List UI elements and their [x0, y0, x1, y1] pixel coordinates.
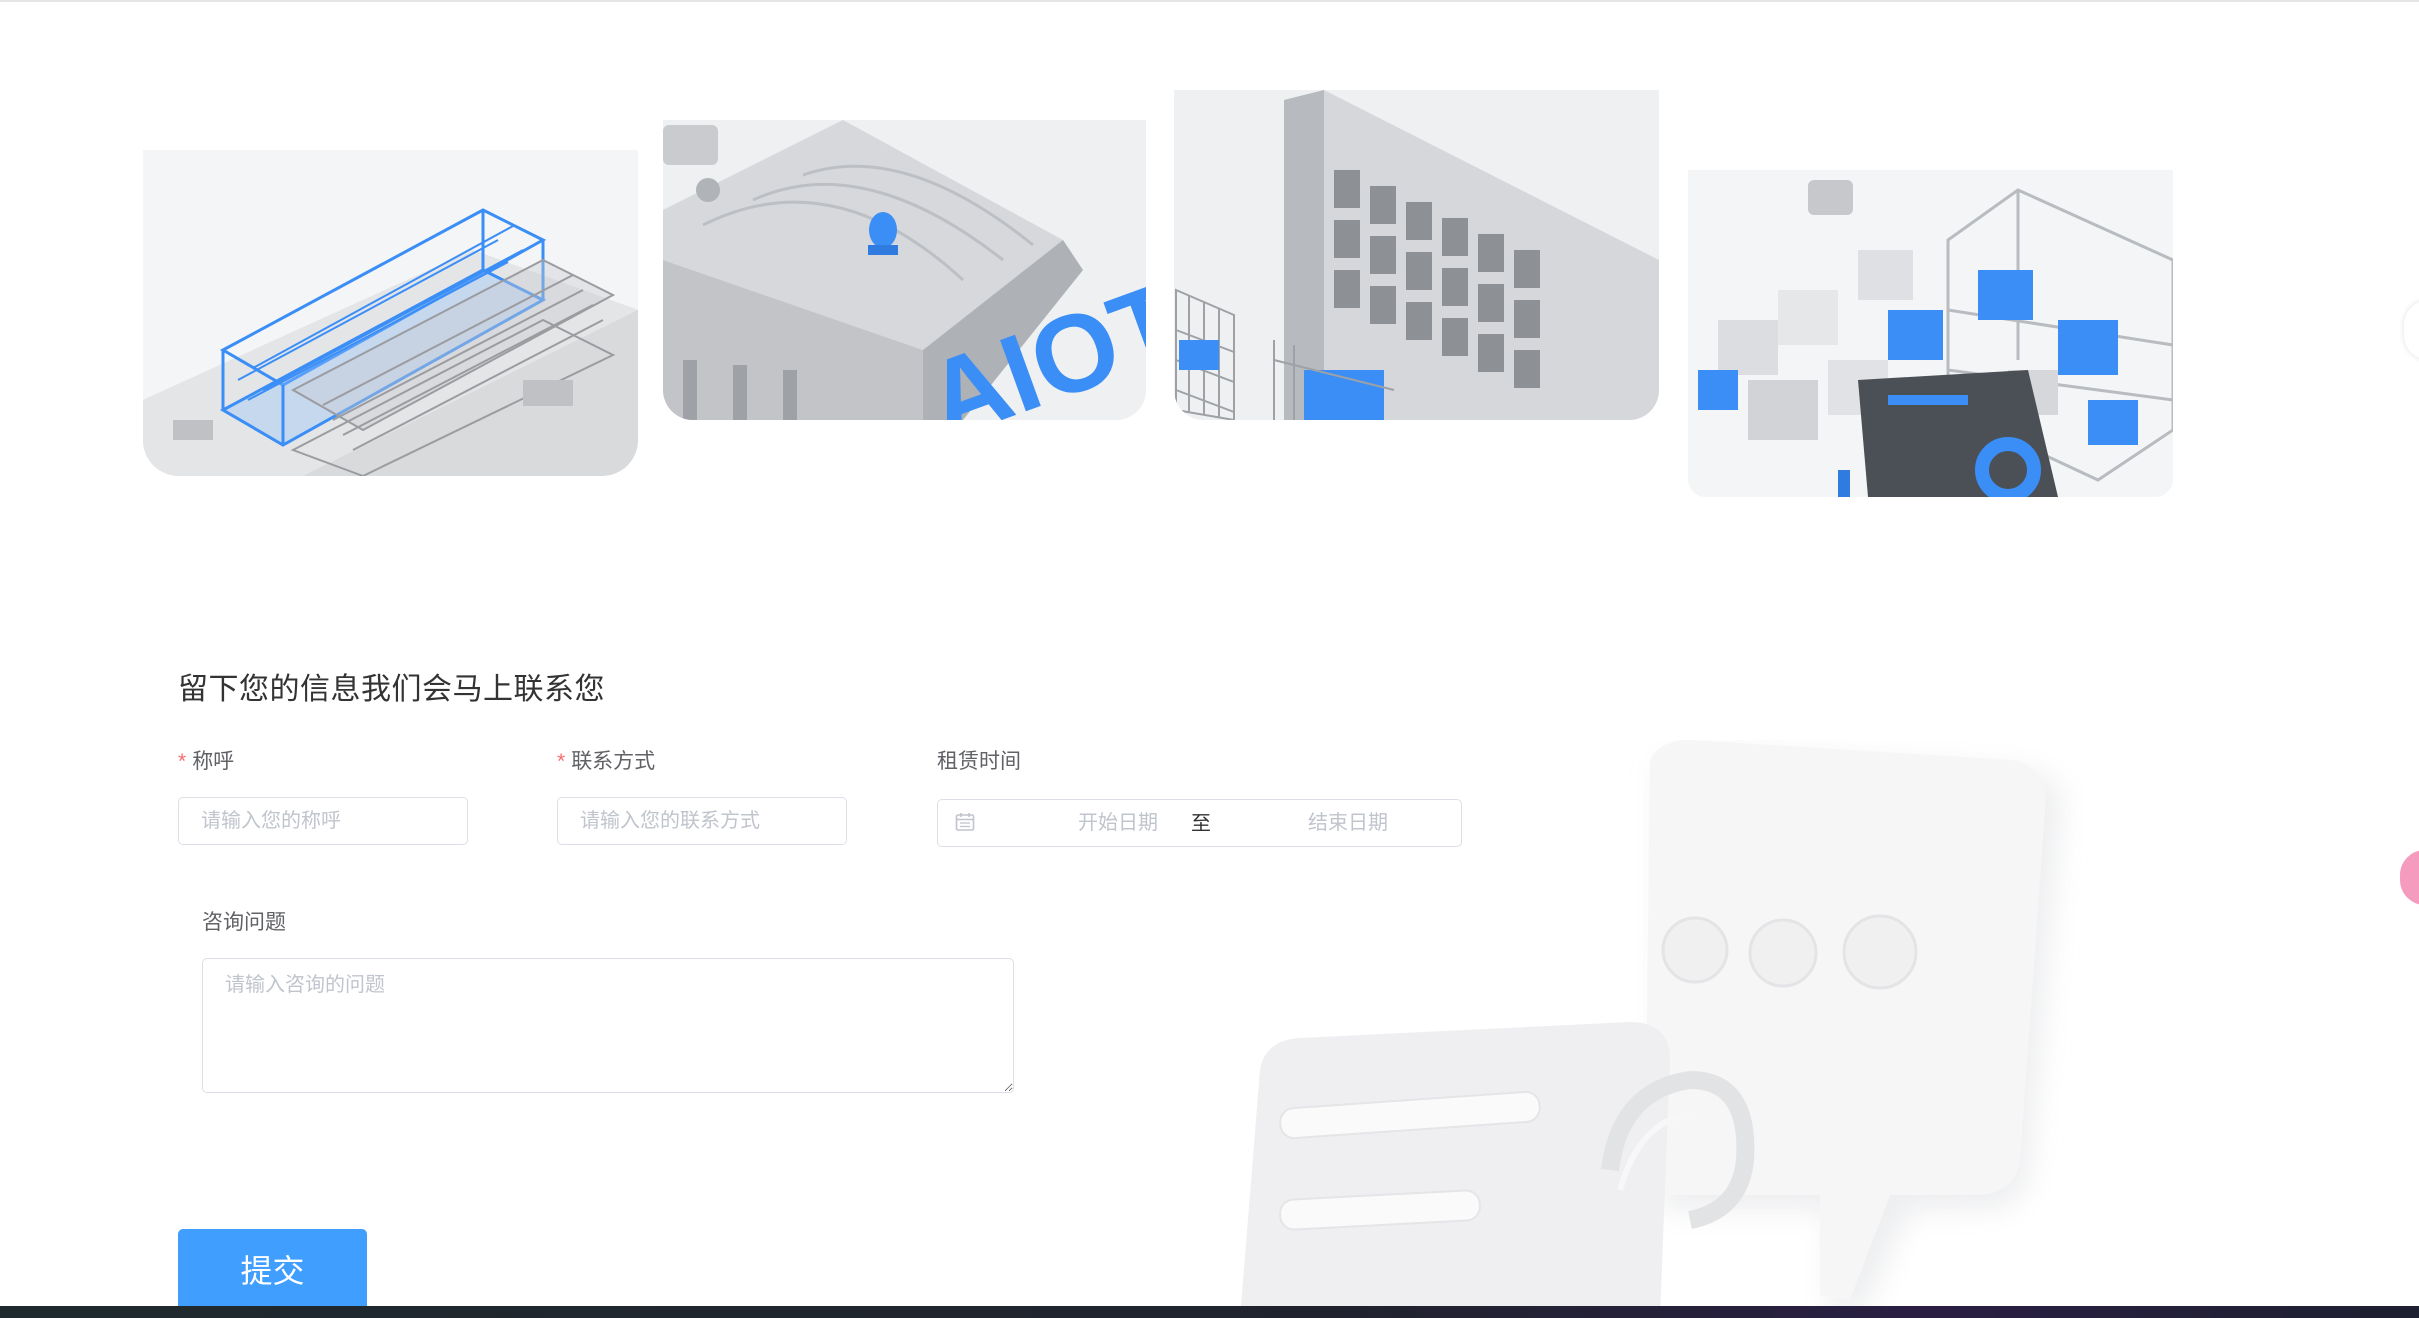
date-range-picker[interactable]: 开始日期 至 结束日期: [937, 799, 1462, 847]
side-nav-button[interactable]: [2404, 300, 2419, 360]
contact-label: * 联系方式: [557, 745, 655, 775]
question-label: 咨询问题: [202, 911, 286, 934]
range-separator: 至: [1191, 813, 1211, 835]
storage-locker-illustration: [1174, 90, 1659, 420]
end-date-input[interactable]: 结束日期: [1268, 800, 1428, 846]
question-textarea[interactable]: [202, 958, 1014, 1093]
required-mark: *: [557, 750, 566, 773]
floating-widget-button[interactable]: [2400, 850, 2419, 905]
submit-button[interactable]: 提交: [178, 1229, 367, 1309]
name-label: * 称呼: [178, 745, 234, 775]
top-divider: [0, 0, 2419, 2]
contact-input[interactable]: [557, 797, 847, 845]
required-mark: *: [178, 750, 187, 773]
aiot-warehouse-illustration: AIOT: [663, 120, 1146, 420]
warehouse-racks-illustration: [143, 150, 638, 476]
form-title: 留下您的信息我们会马上联系您: [178, 673, 605, 706]
calendar-icon: [955, 813, 975, 831]
rental-time-label: 租赁时间: [937, 750, 1021, 773]
bottom-bar: [0, 1306, 2419, 1318]
name-input[interactable]: [178, 797, 468, 845]
contact-label-text: 联系方式: [571, 750, 656, 773]
logistics-boxes-illustration: [1688, 170, 2173, 497]
name-label-text: 称呼: [192, 750, 235, 773]
start-date-input[interactable]: 开始日期: [1038, 800, 1198, 846]
